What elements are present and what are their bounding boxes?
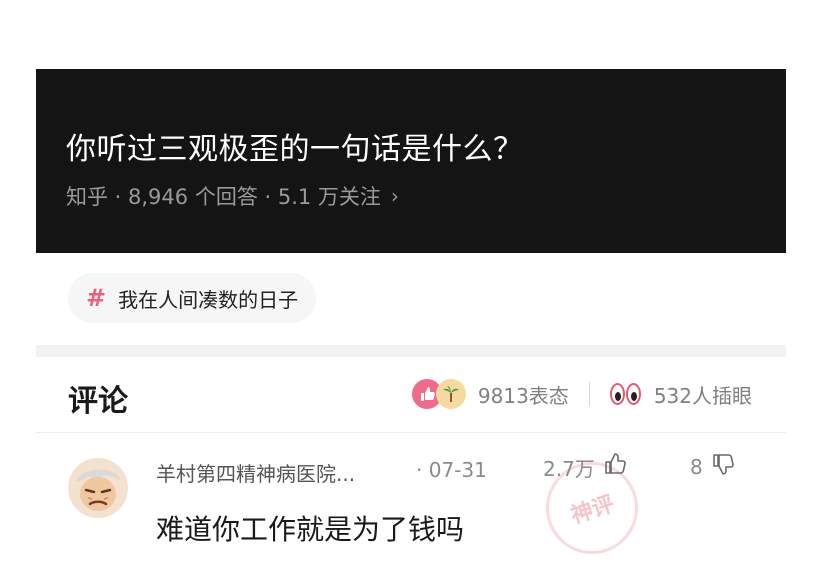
section-divider	[36, 345, 786, 357]
topic-label: 我在人间凑数的日子	[118, 287, 299, 312]
palm-tree-reaction-icon	[435, 379, 466, 409]
comment-date: · 07-31	[416, 458, 487, 482]
reaction-count: 9813表态	[477, 383, 569, 408]
header-divider	[36, 432, 786, 433]
like-count: 2.7万	[543, 456, 595, 481]
comment-item[interactable]: 羊村第四精神病医院... · 07-31 神评 2.7万 8 难道你工作就是为了…	[36, 440, 786, 566]
eye-left	[609, 383, 625, 405]
avatar[interactable]	[68, 458, 128, 518]
question-card[interactable]: 你听过三观极歪的一句话是什么？ 知乎 · 8,946 个回答 · 5.1 万关注…	[36, 69, 786, 253]
comment-author[interactable]: 羊村第四精神病医院...	[156, 458, 355, 487]
question-title[interactable]: 你听过三观极歪的一句话是什么？	[66, 124, 524, 168]
eyes-icon	[609, 383, 642, 405]
comment-text: 难道你工作就是为了钱吗	[156, 513, 465, 546]
hashtag-icon: #	[86, 284, 107, 312]
chevron-right-icon: ›	[390, 184, 399, 208]
like-button[interactable]: 2.7万	[543, 452, 627, 482]
thumbs-down-icon	[711, 452, 735, 482]
topic-tag[interactable]: # 我在人间凑数的日子	[68, 273, 317, 323]
thumbs-up-icon	[603, 452, 627, 482]
question-meta-text: 知乎 · 8,946 个回答 · 5.1 万关注	[66, 185, 381, 209]
dislike-count: 8	[690, 455, 703, 479]
reaction-separator	[588, 382, 590, 406]
stamp-label: 神评	[567, 491, 618, 530]
watch-count: 532人插眼	[653, 383, 752, 408]
dislike-button[interactable]: 8	[690, 452, 735, 482]
comments-title: 评论	[68, 384, 128, 419]
reaction-summary[interactable]: 9813表态 532人插眼	[411, 376, 752, 412]
eye-right	[625, 383, 641, 405]
comments-header: 评论 9813表态 532人插眼	[36, 362, 786, 430]
question-meta[interactable]: 知乎 · 8,946 个回答 · 5.1 万关注 ›	[66, 181, 399, 211]
